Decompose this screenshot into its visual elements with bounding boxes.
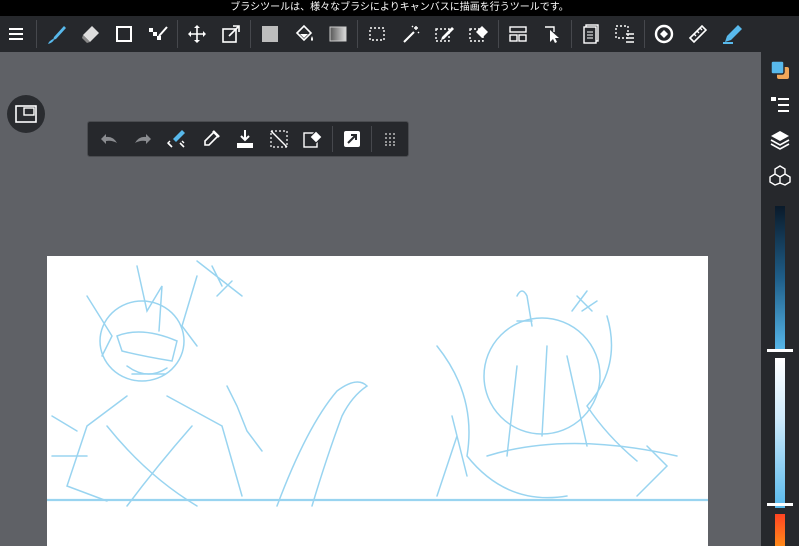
separator	[644, 20, 645, 48]
operation-icon	[545, 26, 559, 43]
brush-icon	[48, 26, 66, 44]
deselect-button[interactable]	[262, 121, 296, 157]
ruler-button[interactable]	[681, 16, 715, 52]
separator	[357, 20, 358, 48]
fill-color-icon	[262, 26, 278, 42]
layout-tool-button[interactable]	[501, 16, 535, 52]
eyedropper-button[interactable]	[194, 121, 228, 157]
redo-icon	[135, 134, 151, 144]
select-pen-icon	[435, 27, 454, 42]
material-button[interactable]	[761, 157, 799, 192]
separator	[498, 20, 499, 48]
pen-icon	[723, 25, 742, 44]
rotate-icon	[654, 24, 674, 44]
menu-button[interactable]	[0, 16, 34, 52]
flip-icon	[344, 131, 360, 147]
fill-color-button[interactable]	[253, 16, 287, 52]
eraser-select-icon	[303, 130, 323, 148]
rectangle-tool-button[interactable]	[107, 16, 141, 52]
dot-eraser-tool-button[interactable]	[141, 16, 175, 52]
separator	[571, 20, 572, 48]
layer-mask-icon	[583, 24, 599, 44]
material-icon	[769, 164, 791, 186]
grid-select-icon	[615, 25, 634, 43]
pen-settings-button[interactable]	[715, 16, 749, 52]
gradient-icon	[329, 26, 347, 42]
brush-size-icon	[167, 130, 185, 148]
operation-tool-button[interactable]	[535, 16, 569, 52]
magic-wand-icon	[403, 25, 420, 43]
gradient-tool-button[interactable]	[321, 16, 355, 52]
grid-select-button[interactable]	[608, 16, 642, 52]
grip-handle[interactable]	[374, 121, 408, 157]
move-icon	[188, 25, 206, 43]
menu-icon	[9, 28, 23, 40]
saturation-handle[interactable]	[767, 503, 793, 506]
separator	[371, 126, 372, 152]
brush-list-button[interactable]	[761, 87, 799, 122]
rotate-button[interactable]	[647, 16, 681, 52]
transform-icon	[222, 25, 240, 43]
separator	[177, 20, 178, 48]
eraser-tool-button[interactable]	[73, 16, 107, 52]
ruler-icon	[688, 24, 708, 44]
separator	[250, 20, 251, 48]
navigator-icon	[15, 105, 37, 123]
sketch-artwork	[47, 260, 708, 507]
rectangle-icon	[116, 26, 132, 42]
separator	[332, 126, 333, 152]
navigator-button[interactable]	[7, 95, 45, 133]
brush-tool-button[interactable]	[39, 16, 73, 52]
quick-toolbar	[87, 121, 409, 157]
brightness-slider[interactable]	[775, 206, 785, 352]
separator	[36, 20, 37, 48]
select-eraser-icon	[469, 26, 488, 42]
select-icon	[369, 27, 385, 41]
select-eraser-tool-button[interactable]	[462, 16, 496, 52]
eraser-select-button[interactable]	[296, 121, 330, 157]
redo-button[interactable]	[126, 121, 160, 157]
bucket-icon	[295, 24, 313, 42]
status-bar: ブラシツールは、様々なブラシによりキャンバスに描画を行うツールです。	[0, 0, 799, 16]
layers-button[interactable]	[761, 122, 799, 157]
dot-eraser-icon	[149, 26, 168, 40]
brightness-handle[interactable]	[767, 349, 793, 352]
main-toolbar	[0, 16, 799, 52]
hue-slider[interactable]	[775, 514, 785, 546]
move-tool-button[interactable]	[180, 16, 214, 52]
flip-button[interactable]	[335, 121, 369, 157]
undo-button[interactable]	[92, 121, 126, 157]
drawing-canvas[interactable]	[47, 256, 708, 546]
save-button[interactable]	[228, 121, 262, 157]
saturation-slider[interactable]	[775, 358, 785, 508]
magic-wand-tool-button[interactable]	[394, 16, 428, 52]
select-pen-tool-button[interactable]	[428, 16, 462, 52]
layer-mask-button[interactable]	[574, 16, 608, 52]
side-panel	[761, 52, 799, 546]
bucket-tool-button[interactable]	[287, 16, 321, 52]
save-icon	[237, 130, 253, 148]
brush-list-icon	[771, 96, 789, 112]
color-palette-button[interactable]	[761, 52, 799, 87]
layout-icon	[509, 26, 527, 42]
deselect-icon	[270, 130, 288, 148]
transform-tool-button[interactable]	[214, 16, 248, 52]
grip-icon	[385, 133, 395, 146]
status-message: ブラシツールは、様々なブラシによりキャンバスに描画を行うツールです。	[230, 2, 569, 13]
eraser-icon	[82, 26, 99, 43]
select-tool-button[interactable]	[360, 16, 394, 52]
eyedropper-icon	[204, 130, 220, 146]
layers-icon	[770, 130, 790, 150]
brush-size-button[interactable]	[160, 121, 194, 157]
undo-icon	[101, 134, 117, 144]
color-palette-icon	[770, 59, 789, 79]
